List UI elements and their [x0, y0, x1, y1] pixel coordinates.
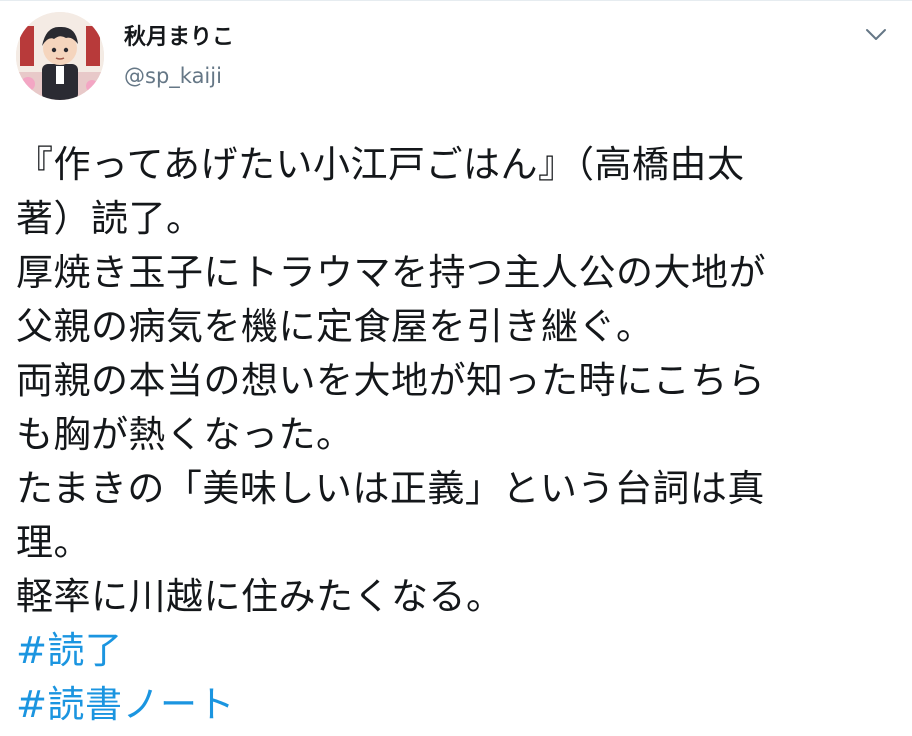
- user-avatar-icon[interactable]: [16, 12, 104, 100]
- hashtag-link-dokuryo[interactable]: #読了: [16, 629, 123, 672]
- author-display-name[interactable]: 秋月まりこ: [124, 24, 234, 52]
- tweet-text-line: たまきの「美味しいは正義」という台詞は真: [16, 467, 765, 510]
- tweet-text-line: 著）読了。: [16, 197, 204, 240]
- tweet-text-line: 理。: [16, 521, 91, 564]
- tweet-text-line: 厚焼き玉子にトラウマを持つ主人公の大地が: [16, 251, 766, 294]
- tweet-text-line: 父親の病気を機に定食屋を引き継ぐ。: [16, 305, 654, 348]
- hashtag-link-dokusho-note[interactable]: #読書ノート: [16, 683, 235, 726]
- chevron-down-icon[interactable]: [860, 20, 892, 48]
- tweet-card: 秋月まりこ @sp_kaiji 『作ってあげたい小江戸ごはん』（高橋由太 著）読…: [0, 0, 912, 736]
- tweet-text-line: 軽率に川越に住みたくなる。: [16, 575, 504, 618]
- tweet-text-line: も胸が熱くなった。: [16, 413, 354, 456]
- tweet-text-line: 『作ってあげたい小江戸ごはん』（高橋由太: [16, 143, 745, 186]
- author-handle[interactable]: @sp_kaiji: [124, 63, 222, 89]
- tweet-text-line: 両親の本当の想いを大地が知った時にこちら: [16, 359, 766, 402]
- tweet-text: 『作ってあげたい小江戸ごはん』（高橋由太 著）読了。 厚焼き玉子にトラウマを持つ…: [16, 138, 896, 732]
